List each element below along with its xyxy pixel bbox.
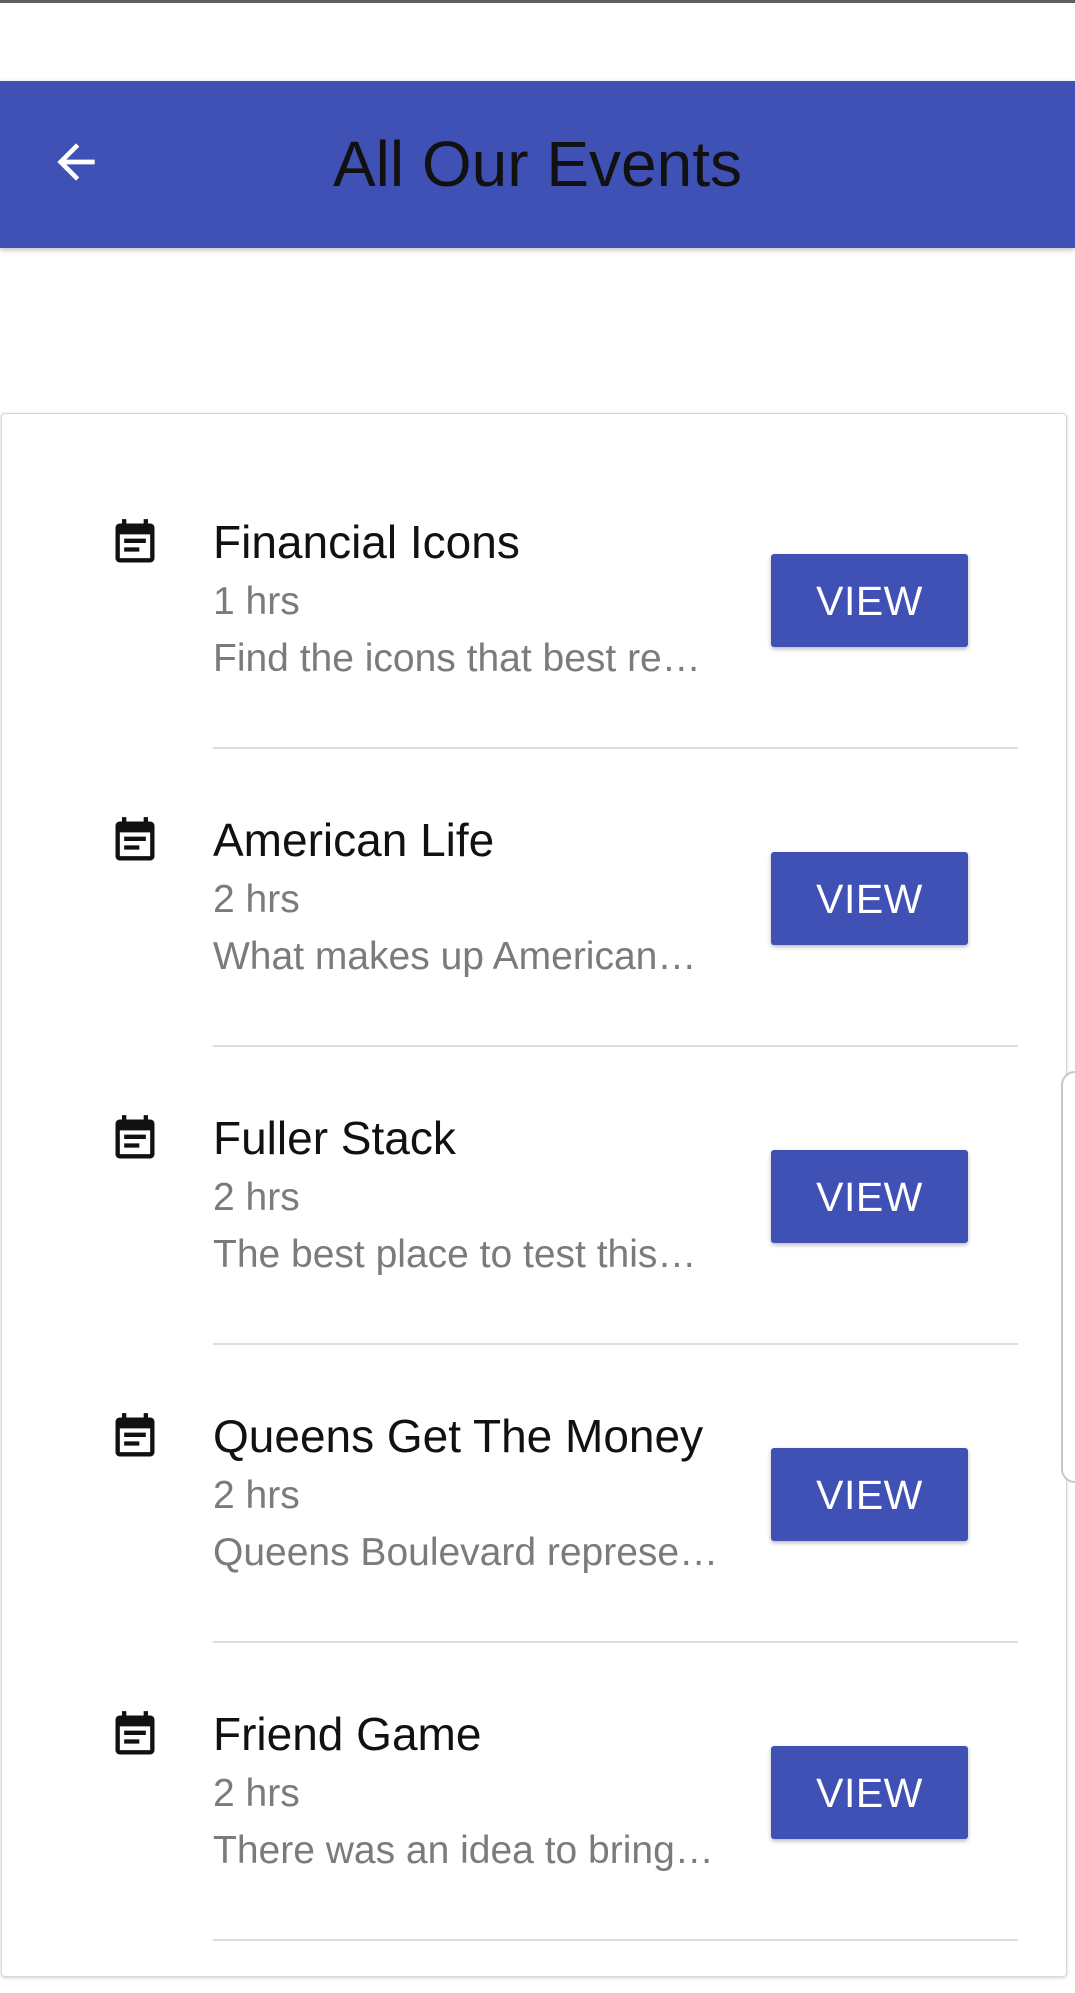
event-title: American Life	[213, 814, 495, 866]
scroll-handle[interactable]	[1061, 1071, 1075, 1483]
event-title: Queens Get The Money	[213, 1410, 704, 1462]
event-title: Financial Icons	[213, 516, 520, 568]
event-row[interactable]: Friend Game 2 hrs There was an idea to b…	[2, 1606, 1068, 1941]
event-row[interactable]: American Life 2 hrs What makes up Americ…	[2, 712, 1068, 1047]
event-description: What makes up American…	[213, 935, 697, 978]
event-note-icon	[109, 1113, 161, 1165]
event-title: Fuller Stack	[213, 1112, 456, 1164]
event-row[interactable]: Financial Icons 1 hrs Find the icons tha…	[2, 414, 1068, 749]
event-description: Find the icons that best re…	[213, 637, 701, 680]
view-button[interactable]: VIEW	[771, 852, 968, 945]
page-title: All Our Events	[332, 128, 743, 200]
view-button[interactable]: VIEW	[771, 554, 968, 647]
event-note-icon	[109, 517, 161, 569]
event-description: The best place to test this…	[213, 1233, 697, 1276]
event-note-icon	[109, 1411, 161, 1463]
app-bar: All Our Events	[0, 81, 1075, 248]
event-title: Friend Game	[213, 1708, 482, 1760]
event-note-icon	[109, 815, 161, 867]
event-row[interactable]: Queens Get The Money 2 hrs Queens Boulev…	[2, 1308, 1068, 1643]
event-description: Queens Boulevard represe…	[213, 1531, 719, 1574]
event-duration: 2 hrs	[213, 1176, 300, 1219]
event-duration: 2 hrs	[213, 1474, 300, 1517]
row-divider	[213, 1939, 1018, 1941]
event-duration: 2 hrs	[213, 1772, 300, 1815]
status-bar-edge	[0, 0, 1075, 3]
event-duration: 2 hrs	[213, 878, 300, 921]
event-duration: 1 hrs	[213, 580, 300, 623]
event-row[interactable]: Fuller Stack 2 hrs The best place to tes…	[2, 1010, 1068, 1345]
view-button[interactable]: VIEW	[771, 1448, 968, 1541]
event-note-icon	[109, 1709, 161, 1761]
event-description: There was an idea to bring…	[213, 1829, 714, 1872]
events-card: Financial Icons 1 hrs Find the icons tha…	[1, 413, 1067, 1977]
view-button[interactable]: VIEW	[771, 1150, 968, 1243]
view-button[interactable]: VIEW	[771, 1746, 968, 1839]
